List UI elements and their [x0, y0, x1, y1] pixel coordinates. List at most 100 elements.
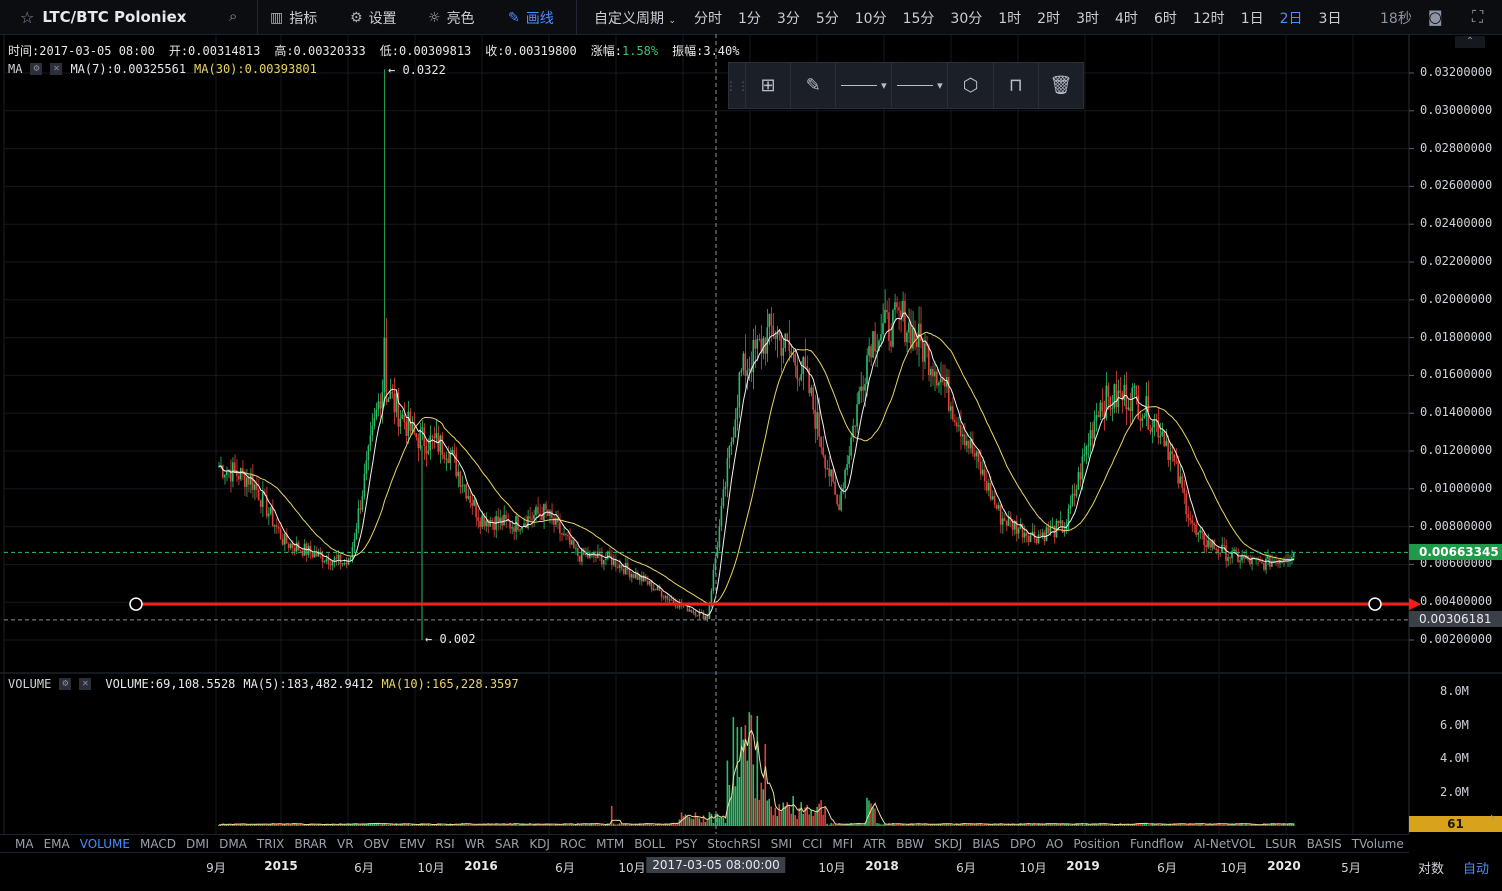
indicator-tab-tvolume[interactable]: TVolume — [1347, 837, 1409, 851]
indicator-tab-sar[interactable]: SAR — [490, 837, 524, 851]
custom-period-dropdown[interactable]: 自定义周期 ⌄ — [586, 8, 686, 28]
period-option[interactable]: 10分 — [847, 8, 895, 28]
volume-bar — [1269, 824, 1271, 826]
indicator-tab-ai-netvol[interactable]: AI-NetVOL — [1189, 837, 1260, 851]
settings-icon[interactable]: ⚙ — [30, 63, 43, 75]
indicator-tab-skdj[interactable]: SKDJ — [929, 837, 967, 851]
indicator-tab-kdj[interactable]: KDJ — [524, 837, 555, 851]
candle-body — [513, 527, 515, 532]
volume-bar — [764, 743, 767, 826]
candle-body — [682, 605, 685, 607]
line-style-dropdown[interactable]: ▾ — [836, 63, 893, 108]
close-icon[interactable]: ✕ — [50, 63, 63, 75]
indicator-tab-stochrsi[interactable]: StochRSI — [702, 837, 765, 851]
period-option[interactable]: 5分 — [808, 8, 847, 28]
period-option[interactable]: 3分 — [769, 8, 808, 28]
period-option-active[interactable]: 2日 — [1272, 8, 1311, 28]
star-icon[interactable]: ☆ — [20, 8, 34, 27]
candle-body — [908, 322, 910, 333]
line-width-dropdown[interactable]: ▾ — [892, 63, 949, 108]
indicator-tab-bbw[interactable]: BBW — [891, 837, 929, 851]
symbol-label: LTC/BTC Poloniex — [42, 8, 187, 26]
indicator-tab-emv[interactable]: EMV — [394, 837, 430, 851]
indicator-tab-roc[interactable]: ROC — [555, 837, 591, 851]
indicator-tab-basis[interactable]: BASIS — [1302, 837, 1347, 851]
period-option[interactable]: 15分 — [895, 8, 943, 28]
indicator-tab-smi[interactable]: SMI — [766, 837, 798, 851]
period-option[interactable]: 30分 — [942, 8, 990, 28]
indicator-tab-brar[interactable]: BRAR — [289, 837, 332, 851]
indicator-tab-ao[interactable]: AO — [1041, 837, 1068, 851]
period-option[interactable]: 3日 — [1311, 8, 1350, 28]
theme-button[interactable]: ☼ 亮色 — [428, 8, 475, 28]
price-chart[interactable] — [0, 34, 1502, 834]
candle-body — [1135, 385, 1138, 396]
volume-bar — [1279, 824, 1281, 826]
period-option[interactable]: 1分 — [730, 8, 769, 28]
indicator-tab-dpo[interactable]: DPO — [1005, 837, 1041, 851]
unlock-icon[interactable]: ⊓ — [994, 63, 1039, 108]
log-scale-button[interactable]: 对数 — [1418, 858, 1444, 877]
drag-handle-icon[interactable]: ⋮⋮ — [725, 63, 749, 108]
hexagon-settings-icon[interactable]: ⬡ — [948, 63, 994, 108]
indicator-tab-psy[interactable]: PSY — [670, 837, 702, 851]
price-axis-label: 0.01000000 — [1420, 480, 1493, 495]
indicator-tab-vr[interactable]: VR — [332, 837, 359, 851]
candle-body — [561, 533, 563, 535]
indicator-tab-trix[interactable]: TRIX — [252, 837, 289, 851]
indicators-label: 指标 — [289, 11, 318, 27]
candle-body — [1095, 415, 1098, 421]
settings-icon[interactable]: ⚙ — [59, 678, 72, 690]
ma30-value: MA(30):0.00393801 — [194, 62, 317, 76]
indicator-tab-ema[interactable]: EMA — [39, 837, 75, 851]
volume-bar — [409, 824, 412, 826]
period-option[interactable]: 6时 — [1146, 8, 1185, 28]
chevron-right-icon[interactable]: › — [1490, 810, 1495, 824]
fullscreen-icon[interactable]: ⛶ — [1472, 7, 1483, 27]
template-icon[interactable]: ⊞ — [746, 63, 792, 108]
period-option[interactable]: 12时 — [1185, 8, 1233, 28]
auto-scale-button[interactable]: 自动 — [1463, 858, 1489, 877]
indicator-tab-mfi[interactable]: MFI — [827, 837, 858, 851]
indicator-tab-dmi[interactable]: DMI — [181, 837, 214, 851]
volume-bar — [945, 823, 948, 826]
period-option[interactable]: 1日 — [1233, 8, 1272, 28]
draw-button[interactable]: ✎ 画线 — [508, 8, 554, 28]
pencil-icon[interactable]: ✎ — [791, 63, 837, 108]
indicator-tab-macd[interactable]: MACD — [135, 837, 181, 851]
period-option[interactable]: 4时 — [1107, 8, 1146, 28]
candle-body — [766, 327, 769, 354]
indicator-tab-dma[interactable]: DMA — [214, 837, 252, 851]
settings-button[interactable]: ⚙ 设置 — [350, 8, 397, 28]
period-option[interactable]: 分时 — [686, 8, 730, 28]
period-option[interactable]: 3时 — [1068, 8, 1107, 28]
candlesticks — [218, 69, 1295, 640]
indicator-tab-boll[interactable]: BOLL — [629, 837, 670, 851]
indicator-tab-position[interactable]: Position — [1068, 837, 1125, 851]
search-icon[interactable]: ⌕ — [229, 7, 237, 25]
indicators-button[interactable]: ▥ 指标 — [270, 8, 317, 28]
indicator-tab-bias[interactable]: BIAS — [967, 837, 1005, 851]
indicator-tabs: MA EMA VOLUME MACD DMI DMA TRIX BRAR VR OBV EMV RSI… — [0, 834, 1409, 852]
indicator-tab-wr[interactable]: WR — [460, 837, 490, 851]
indicator-tab-fundflow[interactable]: Fundflow — [1125, 837, 1189, 851]
camera-icon[interactable]: ◙ — [1428, 8, 1443, 26]
close-icon[interactable]: ✕ — [79, 678, 92, 690]
period-option[interactable]: 1时 — [990, 8, 1029, 28]
time-axis-label: 2018 — [865, 859, 899, 873]
indicator-tab-rsi[interactable]: RSI — [430, 837, 460, 851]
indicator-tab-mtm[interactable]: MTM — [591, 837, 629, 851]
symbol-selector[interactable]: ☆ LTC/BTC Poloniex — [20, 7, 186, 27]
trash-icon[interactable]: 🗑 — [1039, 63, 1083, 108]
indicator-tab-cci[interactable]: CCI — [797, 837, 827, 851]
indicator-tab-obv[interactable]: OBV — [359, 837, 395, 851]
collapse-icon[interactable]: ⌃ — [1455, 36, 1485, 48]
volume-bar — [720, 817, 723, 826]
time-axis: 9月 2015 6月 10月 2016 6月 10月 2017-03-05 08:00:00 1… — [0, 852, 1409, 879]
indicator-tab-volume[interactable]: VOLUME — [75, 837, 135, 851]
candle-body — [503, 514, 505, 526]
period-option[interactable]: 2时 — [1029, 8, 1068, 28]
indicator-tab-lsur[interactable]: LSUR — [1260, 837, 1301, 851]
indicator-tab-ma[interactable]: MA — [0, 837, 39, 851]
indicator-tab-atr[interactable]: ATR — [858, 837, 891, 851]
